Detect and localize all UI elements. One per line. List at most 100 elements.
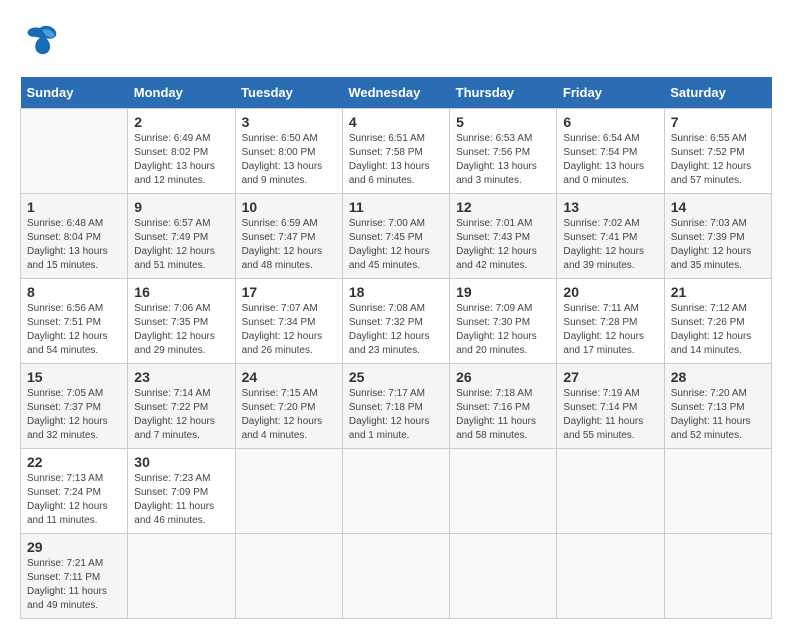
day-info: Sunrise: 6:54 AM Sunset: 7:54 PM Dayligh… xyxy=(563,132,657,188)
calendar-week-row: 8Sunrise: 6:56 AM Sunset: 7:51 PM Daylig… xyxy=(21,279,772,364)
day-info: Sunrise: 7:12 AM Sunset: 7:26 PM Dayligh… xyxy=(671,302,765,358)
day-info: Sunrise: 7:02 AM Sunset: 7:41 PM Dayligh… xyxy=(563,217,657,273)
calendar-cell: 20 Sunrise: 7:11 AM Sunset: 7:28 PM Dayli… xyxy=(557,279,664,364)
day-number: 12 xyxy=(456,199,550,215)
day-number: 27 xyxy=(563,369,657,385)
day-info: Sunrise: 7:00 AM Sunset: 7:45 PM Dayligh… xyxy=(349,217,443,273)
calendar-cell: 27 Sunrise: 7:19 AM Sunset: 7:14 PM Dayli… xyxy=(557,364,664,449)
day-info: Sunrise: 7:20 AM Sunset: 7:13 PM Dayligh… xyxy=(671,387,765,443)
day-number: 5 xyxy=(456,114,550,130)
calendar-cell: 16Sunrise: 7:06 AM Sunset: 7:35 PM Dayli… xyxy=(128,279,235,364)
calendar-cell xyxy=(664,449,771,534)
calendar-week-row: 22 Sunrise: 7:13 AM Sunset: 7:24 PM Dayli… xyxy=(21,449,772,534)
calendar-cell xyxy=(664,534,771,619)
day-number: 15 xyxy=(27,369,121,385)
day-number: 26 xyxy=(456,369,550,385)
calendar-cell: 24 Sunrise: 7:15 AM Sunset: 7:20 PM Dayli… xyxy=(235,364,342,449)
logo xyxy=(20,20,66,67)
day-info: Sunrise: 6:49 AM Sunset: 8:02 PM Dayligh… xyxy=(134,132,228,188)
calendar-cell xyxy=(235,449,342,534)
calendar-table: SundayMondayTuesdayWednesdayThursdayFrid… xyxy=(20,77,772,619)
calendar-cell xyxy=(342,449,449,534)
day-number: 4 xyxy=(349,114,443,130)
calendar-cell: 19 Sunrise: 7:09 AM Sunset: 7:30 PM Dayli… xyxy=(450,279,557,364)
day-number: 13 xyxy=(563,199,657,215)
day-info: Sunrise: 7:14 AM Sunset: 7:22 PM Dayligh… xyxy=(134,387,228,443)
calendar-cell: 30Sunrise: 7:23 AM Sunset: 7:09 PM Dayli… xyxy=(128,449,235,534)
calendar-cell: 1Sunrise: 6:48 AM Sunset: 8:04 PM Daylig… xyxy=(21,194,128,279)
day-number: 17 xyxy=(242,284,336,300)
calendar-cell: 18Sunrise: 7:08 AM Sunset: 7:32 PM Dayli… xyxy=(342,279,449,364)
day-info: Sunrise: 6:59 AM Sunset: 7:47 PM Dayligh… xyxy=(242,217,336,273)
calendar-week-row: 29 Sunrise: 7:21 AM Sunset: 7:11 PM Dayli… xyxy=(21,534,772,619)
calendar-cell xyxy=(450,534,557,619)
calendar-cell: 22 Sunrise: 7:13 AM Sunset: 7:24 PM Dayli… xyxy=(21,449,128,534)
day-info: Sunrise: 6:51 AM Sunset: 7:58 PM Dayligh… xyxy=(349,132,443,188)
day-info: Sunrise: 7:21 AM Sunset: 7:11 PM Dayligh… xyxy=(27,557,121,613)
day-info: Sunrise: 6:55 AM Sunset: 7:52 PM Dayligh… xyxy=(671,132,765,188)
calendar-cell: 9 Sunrise: 6:57 AM Sunset: 7:49 PM Daylig… xyxy=(128,194,235,279)
calendar-cell: 11 Sunrise: 7:00 AM Sunset: 7:45 PM Dayli… xyxy=(342,194,449,279)
page-header xyxy=(20,20,772,67)
calendar-header-row: SundayMondayTuesdayWednesdayThursdayFrid… xyxy=(21,77,772,109)
day-header-wednesday: Wednesday xyxy=(342,77,449,109)
day-number: 24 xyxy=(242,369,336,385)
calendar-cell: 2 Sunrise: 6:49 AM Sunset: 8:02 PM Daylig… xyxy=(128,109,235,194)
day-number: 7 xyxy=(671,114,765,130)
day-number: 19 xyxy=(456,284,550,300)
day-number: 23 xyxy=(134,369,228,385)
day-header-saturday: Saturday xyxy=(664,77,771,109)
calendar-cell xyxy=(342,534,449,619)
calendar-cell: 25 Sunrise: 7:17 AM Sunset: 7:18 PM Dayli… xyxy=(342,364,449,449)
day-number: 9 xyxy=(134,199,228,215)
day-info: Sunrise: 7:08 AM Sunset: 7:32 PM Dayligh… xyxy=(349,302,443,358)
day-info: Sunrise: 7:19 AM Sunset: 7:14 PM Dayligh… xyxy=(563,387,657,443)
calendar-cell: 10Sunrise: 6:59 AM Sunset: 7:47 PM Dayli… xyxy=(235,194,342,279)
calendar-cell xyxy=(450,449,557,534)
day-number: 20 xyxy=(563,284,657,300)
day-number: 22 xyxy=(27,454,121,470)
day-number: 2 xyxy=(134,114,228,130)
calendar-week-row: 1Sunrise: 6:48 AM Sunset: 8:04 PM Daylig… xyxy=(21,194,772,279)
day-info: Sunrise: 7:17 AM Sunset: 7:18 PM Dayligh… xyxy=(349,387,443,443)
calendar-cell: 23 Sunrise: 7:14 AM Sunset: 7:22 PM Dayli… xyxy=(128,364,235,449)
day-header-friday: Friday xyxy=(557,77,664,109)
day-info: Sunrise: 7:13 AM Sunset: 7:24 PM Dayligh… xyxy=(27,472,121,528)
calendar-cell: 15Sunrise: 7:05 AM Sunset: 7:37 PM Dayli… xyxy=(21,364,128,449)
day-info: Sunrise: 6:53 AM Sunset: 7:56 PM Dayligh… xyxy=(456,132,550,188)
day-header-monday: Monday xyxy=(128,77,235,109)
calendar-week-row: 2 Sunrise: 6:49 AM Sunset: 8:02 PM Daylig… xyxy=(21,109,772,194)
calendar-cell: 28Sunrise: 7:20 AM Sunset: 7:13 PM Dayli… xyxy=(664,364,771,449)
day-info: Sunrise: 6:50 AM Sunset: 8:00 PM Dayligh… xyxy=(242,132,336,188)
day-info: Sunrise: 7:09 AM Sunset: 7:30 PM Dayligh… xyxy=(456,302,550,358)
calendar-cell: 12 Sunrise: 7:01 AM Sunset: 7:43 PM Dayli… xyxy=(450,194,557,279)
calendar-cell: 5 Sunrise: 6:53 AM Sunset: 7:56 PM Daylig… xyxy=(450,109,557,194)
calendar-cell: 6Sunrise: 6:54 AM Sunset: 7:54 PM Daylig… xyxy=(557,109,664,194)
calendar-cell: 7 Sunrise: 6:55 AM Sunset: 7:52 PM Daylig… xyxy=(664,109,771,194)
calendar-cell: 13 Sunrise: 7:02 AM Sunset: 7:41 PM Dayli… xyxy=(557,194,664,279)
day-number: 11 xyxy=(349,199,443,215)
day-info: Sunrise: 7:03 AM Sunset: 7:39 PM Dayligh… xyxy=(671,217,765,273)
day-info: Sunrise: 7:01 AM Sunset: 7:43 PM Dayligh… xyxy=(456,217,550,273)
calendar-cell xyxy=(557,449,664,534)
day-number: 21 xyxy=(671,284,765,300)
day-info: Sunrise: 6:57 AM Sunset: 7:49 PM Dayligh… xyxy=(134,217,228,273)
calendar-cell: 17Sunrise: 7:07 AM Sunset: 7:34 PM Dayli… xyxy=(235,279,342,364)
day-number: 29 xyxy=(27,539,121,555)
calendar-cell: 29 Sunrise: 7:21 AM Sunset: 7:11 PM Dayli… xyxy=(21,534,128,619)
calendar-week-row: 15Sunrise: 7:05 AM Sunset: 7:37 PM Dayli… xyxy=(21,364,772,449)
day-number: 8 xyxy=(27,284,121,300)
day-info: Sunrise: 7:15 AM Sunset: 7:20 PM Dayligh… xyxy=(242,387,336,443)
day-number: 25 xyxy=(349,369,443,385)
day-info: Sunrise: 7:11 AM Sunset: 7:28 PM Dayligh… xyxy=(563,302,657,358)
calendar-cell: 8Sunrise: 6:56 AM Sunset: 7:51 PM Daylig… xyxy=(21,279,128,364)
day-number: 16 xyxy=(134,284,228,300)
calendar-cell: 26 Sunrise: 7:18 AM Sunset: 7:16 PM Dayli… xyxy=(450,364,557,449)
calendar-cell: 3Sunrise: 6:50 AM Sunset: 8:00 PM Daylig… xyxy=(235,109,342,194)
day-header-thursday: Thursday xyxy=(450,77,557,109)
day-info: Sunrise: 6:48 AM Sunset: 8:04 PM Dayligh… xyxy=(27,217,121,273)
calendar-cell xyxy=(21,109,128,194)
day-info: Sunrise: 7:18 AM Sunset: 7:16 PM Dayligh… xyxy=(456,387,550,443)
calendar-cell: 14Sunrise: 7:03 AM Sunset: 7:39 PM Dayli… xyxy=(664,194,771,279)
day-info: Sunrise: 7:23 AM Sunset: 7:09 PM Dayligh… xyxy=(134,472,228,528)
